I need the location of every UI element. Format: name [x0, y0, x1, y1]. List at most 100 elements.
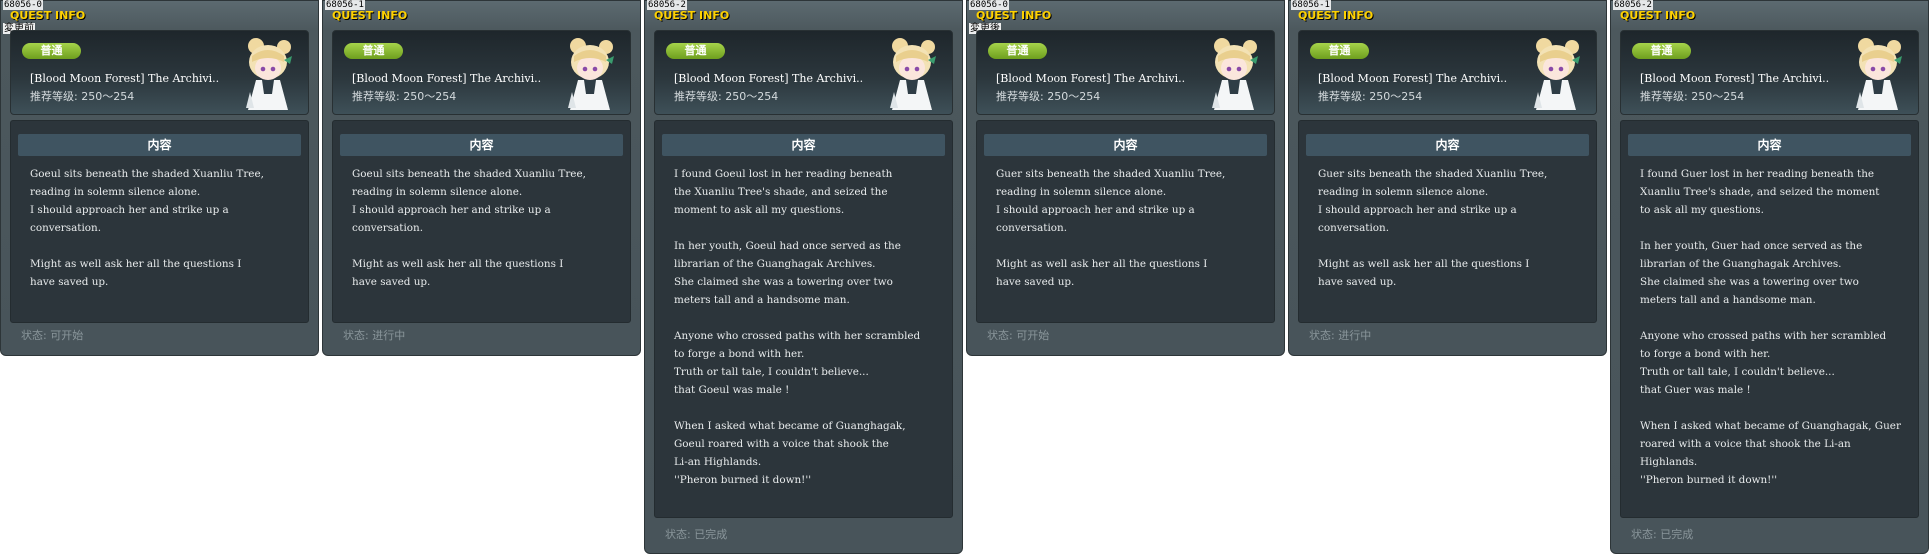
description-line: In her youth, Guer had once served as th… [1640, 240, 1863, 252]
description-line: that Goeul was male ! [674, 384, 790, 396]
content-title: 内容 [18, 134, 301, 156]
quest-title: [Blood Moon Forest] The Archivi.. [674, 72, 864, 85]
quest-header: 普通 [Blood Moon Forest] The Archivi.. 推荐等… [10, 30, 309, 115]
quest-info-panel: 68056-2 QUEST INFO 普通 [Blood Moon Forest… [644, 0, 963, 554]
description-line: meters tall and a handsome man. [1640, 294, 1816, 306]
quest-status: 状态: 进行中 [343, 329, 406, 342]
description-line: Anyone who crossed paths with her scramb… [674, 330, 921, 342]
description-line: have saved up. [30, 276, 109, 288]
description-line: I found Guer lost in her reading beneath… [1640, 168, 1875, 180]
description-line: Anyone who crossed paths with her scramb… [1640, 330, 1887, 342]
quest-description: Guer sits beneath the shaded Xuanliu Tre… [996, 165, 1268, 291]
quest-description: Goeul sits beneath the shaded Xuanliu Tr… [352, 165, 624, 291]
description-line: Truth or tall tale, I couldn't believe..… [674, 366, 869, 378]
description-line: Highlands. [1640, 456, 1698, 468]
grade-badge: 普通 [22, 43, 81, 59]
description-line [996, 237, 1268, 255]
description-line [1640, 219, 1912, 237]
description-line: to ask all my questions. [1640, 204, 1764, 216]
content-title: 内容 [984, 134, 1267, 156]
quest-info-title: QUEST INFO [654, 9, 730, 22]
description-line [1318, 237, 1590, 255]
description-line: have saved up. [352, 276, 431, 288]
quest-info-title: QUEST INFO [1298, 9, 1374, 22]
description-line: ''Pheron burned it down!'' [1640, 474, 1778, 486]
quest-header: 普通 [Blood Moon Forest] The Archivi.. 推荐等… [976, 30, 1275, 115]
description-line: to forge a bond with her. [674, 348, 805, 360]
description-line: reading in solemn silence alone. [352, 186, 523, 198]
quest-header: 普通 [Blood Moon Forest] The Archivi.. 推荐等… [332, 30, 631, 115]
description-line: Guer sits beneath the shaded Xuanliu Tre… [1318, 168, 1548, 180]
description-line: In her youth, Goeul had once served as t… [674, 240, 901, 252]
description-line: I should approach her and strike up a [352, 204, 551, 216]
quest-info-panel: 68056-1 QUEST INFO 普通 [Blood Moon Forest… [1288, 0, 1607, 356]
grade-badge: 普通 [666, 43, 725, 59]
description-line: conversation. [352, 222, 424, 234]
npc-portrait-icon [890, 38, 936, 110]
content-title: 内容 [340, 134, 623, 156]
description-line: I should approach her and strike up a [30, 204, 229, 216]
content-box: 内容 Goeul sits beneath the shaded Xuanliu… [10, 120, 309, 323]
description-line: I should approach her and strike up a [996, 204, 1195, 216]
recommended-level: 推荐等级: 250～254 [1318, 90, 1423, 103]
description-line: have saved up. [1318, 276, 1397, 288]
description-line: I should approach her and strike up a [1318, 204, 1517, 216]
description-line: ''Pheron burned it down!'' [674, 474, 812, 486]
description-line: Might as well ask her all the questions … [352, 258, 564, 270]
grade-badge: 普通 [988, 43, 1047, 59]
quest-title: [Blood Moon Forest] The Archivi.. [996, 72, 1186, 85]
description-line: I found Goeul lost in her reading beneat… [674, 168, 893, 180]
quest-description: I found Goeul lost in her reading beneat… [674, 165, 946, 489]
quest-info-title: QUEST INFO [332, 9, 408, 22]
description-line: Might as well ask her all the questions … [30, 258, 242, 270]
recommended-level: 推荐等级: 250～254 [30, 90, 135, 103]
quest-header: 普通 [Blood Moon Forest] The Archivi.. 推荐等… [654, 30, 953, 115]
content-box: 内容 I found Goeul lost in her reading ben… [654, 120, 953, 518]
description-line: Xuanliu Tree's shade, and seized the mom… [1640, 186, 1880, 198]
description-line: When I asked what became of Guanghagak, [674, 420, 906, 432]
quest-info-title: QUEST INFO [976, 9, 1052, 22]
description-line: Might as well ask her all the questions … [1318, 258, 1530, 270]
npc-portrait-icon [1856, 38, 1902, 110]
quest-info-title: QUEST INFO [10, 9, 86, 22]
description-line: the Xuanliu Tree's shade, and seized the [674, 186, 888, 198]
description-line: roared with a voice that shook the Li-an [1640, 438, 1851, 450]
quest-status: 状态: 可开始 [21, 329, 84, 342]
description-line: librarian of the Guanghagak Archives. [1640, 258, 1842, 270]
quest-status: 状态: 进行中 [1309, 329, 1372, 342]
quest-status: 状态: 已完成 [1631, 528, 1694, 541]
quest-info-panel: 68056-1 QUEST INFO 普通 [Blood Moon Forest… [322, 0, 641, 356]
npc-portrait-icon [568, 38, 614, 110]
content-title: 内容 [1628, 134, 1911, 156]
description-line: When I asked what became of Guanghagak, … [1640, 420, 1901, 432]
grade-badge: 普通 [344, 43, 403, 59]
quest-info-panel: 68056-0 QUEST INFO 変更後 普通 [Blood Moon Fo… [966, 0, 1285, 356]
description-line: Might as well ask her all the questions … [996, 258, 1208, 270]
content-box: 内容 Guer sits beneath the shaded Xuanliu … [976, 120, 1275, 323]
description-line: librarian of the Guanghagak Archives. [674, 258, 876, 270]
quest-info-title: QUEST INFO [1620, 9, 1696, 22]
description-line: Truth or tall tale, I couldn't believe..… [1640, 366, 1835, 378]
quest-title: [Blood Moon Forest] The Archivi.. [1640, 72, 1830, 85]
description-line [674, 399, 946, 417]
quest-title: [Blood Moon Forest] The Archivi.. [1318, 72, 1508, 85]
description-line: conversation. [1318, 222, 1390, 234]
description-line: conversation. [30, 222, 102, 234]
recommended-level: 推荐等级: 250～254 [674, 90, 779, 103]
description-line: reading in solemn silence alone. [1318, 186, 1489, 198]
quest-header: 普通 [Blood Moon Forest] The Archivi.. 推荐等… [1298, 30, 1597, 115]
description-line: to forge a bond with her. [1640, 348, 1771, 360]
description-line: She claimed she was a towering over two [1640, 276, 1859, 288]
quest-status: 状态: 可开始 [987, 329, 1050, 342]
grade-badge: 普通 [1310, 43, 1369, 59]
content-title: 内容 [1306, 134, 1589, 156]
description-line: Goeul sits beneath the shaded Xuanliu Tr… [352, 168, 586, 180]
recommended-level: 推荐等级: 250～254 [352, 90, 457, 103]
content-box: 内容 I found Guer lost in her reading bene… [1620, 120, 1919, 518]
description-line: Li-an Highlands. [674, 456, 762, 468]
description-line: Goeul sits beneath the shaded Xuanliu Tr… [30, 168, 264, 180]
npc-portrait-icon [246, 38, 292, 110]
description-line [352, 237, 624, 255]
quest-info-panel: 68056-2 QUEST INFO 普通 [Blood Moon Forest… [1610, 0, 1929, 554]
description-line: meters tall and a handsome man. [674, 294, 850, 306]
